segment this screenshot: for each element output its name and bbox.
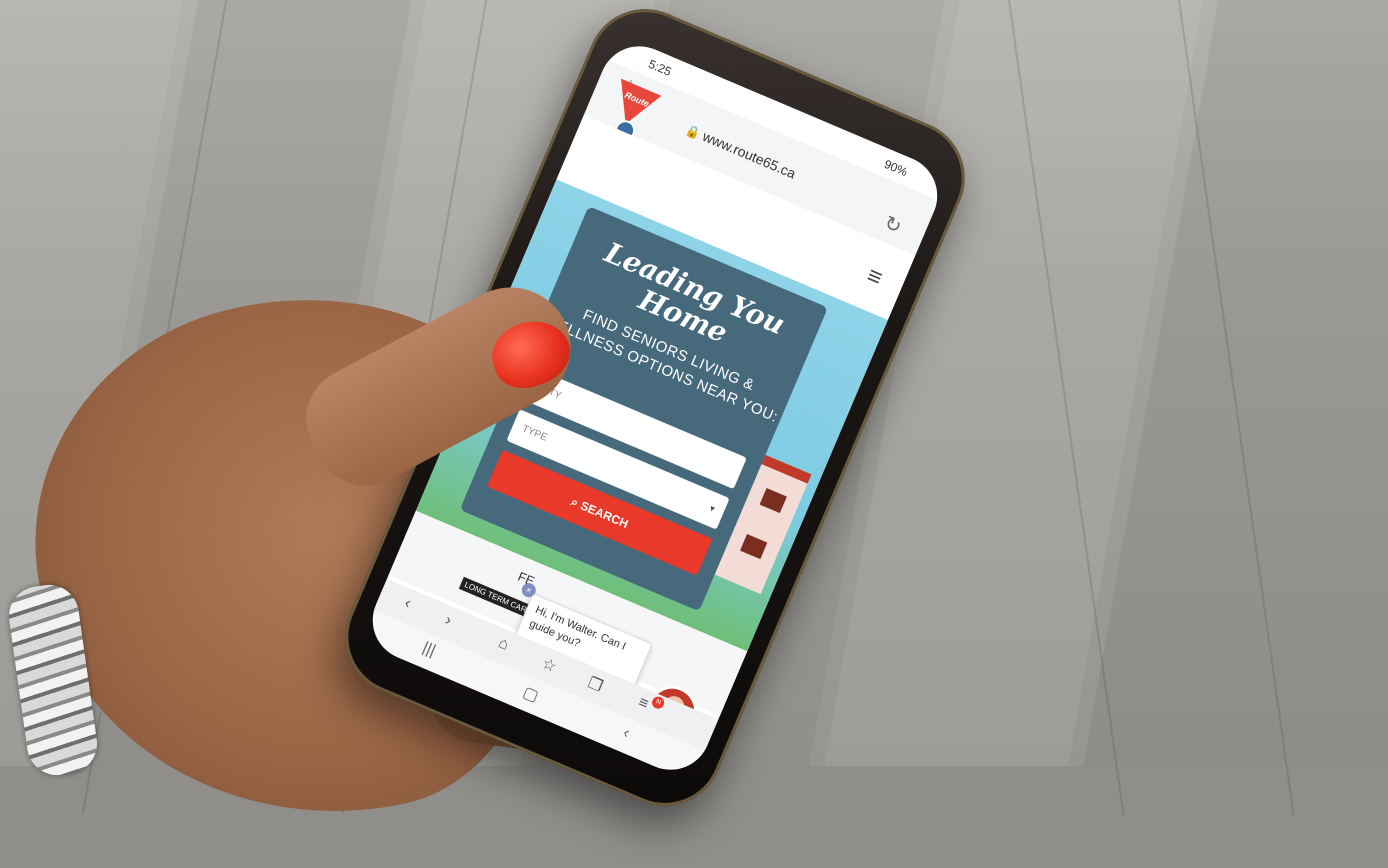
recent-apps-icon[interactable]: ||| [420,639,438,660]
type-placeholder: TYPE [520,423,549,444]
forward-icon[interactable]: › [442,612,454,631]
status-time: 5:25 [646,56,674,79]
browser-menu-icon[interactable]: ≡ [635,694,651,714]
back-icon[interactable]: ‹ [401,595,414,614]
chevron-down-icon: ▼ [706,503,718,515]
bookmark-icon[interactable]: ☆ [539,653,560,677]
home-icon[interactable]: ⌂ [495,634,512,654]
notification-badge: N [650,694,666,711]
search-button-label: SEARCH [578,498,631,532]
system-home-icon[interactable]: ▢ [520,682,542,706]
tabs-icon[interactable]: ❐ [585,673,606,697]
lock-icon: 🔒 [683,122,703,142]
system-back-icon[interactable]: ‹ [620,724,633,743]
battery-level: 90% [882,156,910,180]
